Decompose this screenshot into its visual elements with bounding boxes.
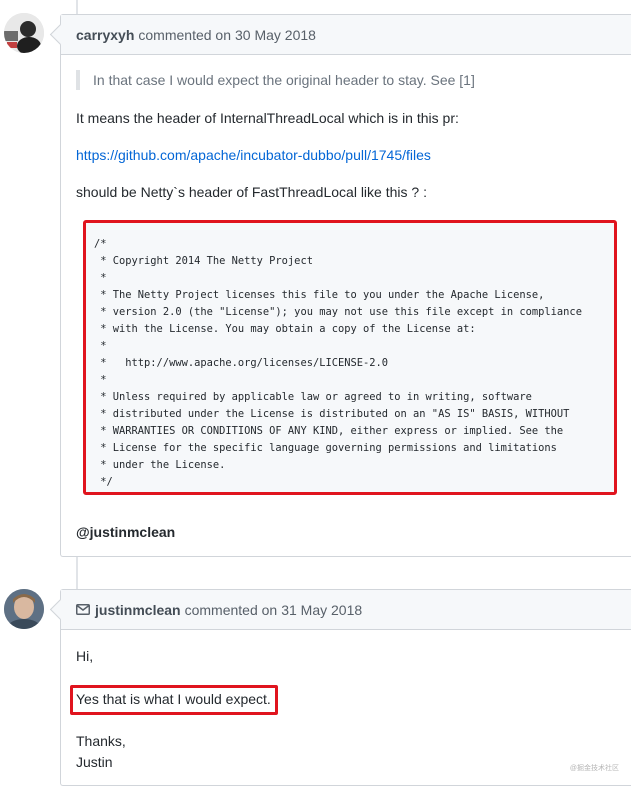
- comment-action: commented on: [184, 601, 278, 618]
- watermark: @掘金技术社区: [569, 765, 619, 772]
- paragraph: Thanks,: [76, 733, 126, 749]
- comment-header: carryxyh commented on 30 May 2018: [61, 15, 631, 55]
- issue-timeline: carryxyh commented on 30 May 2018 In tha…: [0, 0, 631, 787]
- paragraph: should be Netty`s header of FastThreadLo…: [76, 184, 427, 200]
- paragraph: Hi,: [76, 648, 94, 664]
- author-link[interactable]: justinmclean: [95, 602, 181, 618]
- author-link[interactable]: carryxyh: [76, 27, 134, 43]
- comment: carryxyh commented on 30 May 2018 In tha…: [60, 14, 631, 557]
- user-mention[interactable]: @justinmclean: [76, 522, 175, 542]
- comment-date[interactable]: 31 May 2018: [281, 602, 362, 618]
- timeline-line: [76, 556, 78, 590]
- pr-link[interactable]: https://github.com/apache/incubator-dubb…: [76, 145, 431, 165]
- paragraph: Justin: [76, 754, 113, 770]
- comment-header: justinmclean commented on 31 May 2018: [61, 590, 631, 630]
- code-text: /* * Copyright 2014 The Netty Project * …: [94, 238, 582, 488]
- comment-date[interactable]: 30 May 2018: [235, 27, 316, 43]
- paragraph: It means the header of InternalThreadLoc…: [76, 110, 459, 126]
- timeline-line: [76, 0, 78, 14]
- avatar[interactable]: [4, 13, 44, 53]
- comment: justinmclean commented on 31 May 2018 Hi…: [60, 589, 631, 786]
- quote: In that case I would expect the original…: [76, 70, 475, 90]
- paragraph: Yes that is what I would expect.: [76, 691, 271, 707]
- comment-action: commented on: [138, 26, 231, 43]
- code-block: /* * Copyright 2014 The Netty Project * …: [83, 220, 617, 495]
- avatar[interactable]: [4, 589, 44, 629]
- mail-icon: [76, 604, 90, 615]
